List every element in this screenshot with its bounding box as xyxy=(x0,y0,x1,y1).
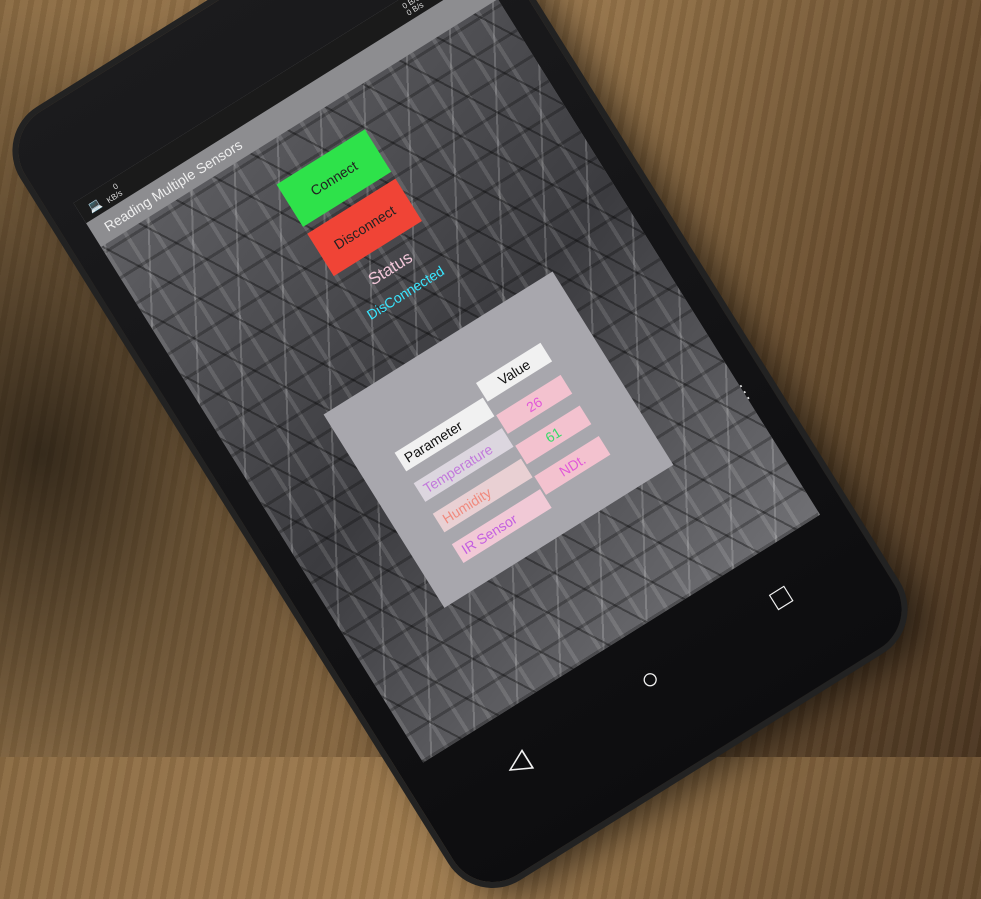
back-icon[interactable]: ◁ xyxy=(498,742,536,784)
recents-icon[interactable]: □ xyxy=(764,579,797,617)
laptop-icon: 💻 xyxy=(85,196,104,215)
home-icon[interactable]: ○ xyxy=(634,661,667,699)
bluetooth-icon: ✱ xyxy=(424,0,439,2)
